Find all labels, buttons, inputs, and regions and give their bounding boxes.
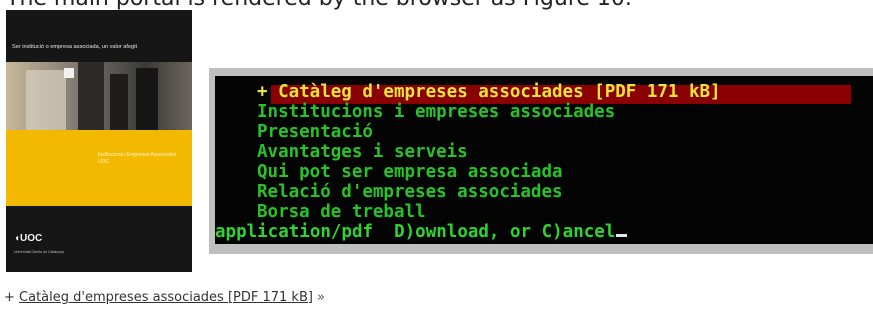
brochure-yellow-band: Institucions i Empreses Associades UOC bbox=[6, 130, 192, 206]
pdf-catalog-link[interactable]: Catàleg d'empreses associades [PDF 171 k… bbox=[19, 290, 313, 305]
brochure-photo bbox=[6, 62, 192, 130]
terminal-link[interactable]: Relació d'empreses associades bbox=[257, 182, 563, 202]
brochure-cover-image: Ser institució o empresa associada, un v… bbox=[6, 10, 192, 272]
terminal-link[interactable]: Borsa de treball bbox=[257, 202, 426, 222]
terminal-link[interactable]: Avantatges i serveis bbox=[257, 142, 468, 162]
terminal-link[interactable]: Presentació bbox=[257, 122, 373, 142]
terminal-link[interactable]: Institucions i empreses associades bbox=[257, 102, 615, 122]
pdf-link-row: + Catàleg d'empreses associades [PDF 171… bbox=[4, 290, 325, 305]
uoc-logo: ◖UOC bbox=[14, 233, 42, 244]
pdf-link-prefix: + bbox=[4, 290, 20, 305]
brochure-heading: Ser institució o empresa associada, un v… bbox=[12, 44, 137, 50]
brochure-yellow-text: Institucions i Empreses Associades UOC bbox=[98, 152, 177, 165]
uoc-logo-text: UOC bbox=[20, 233, 43, 244]
terminal-selected-link[interactable]: + Catàleg d'empreses associades [PDF 171… bbox=[257, 82, 721, 102]
terminal-screenshot: + Catàleg d'empreses associades [PDF 171… bbox=[215, 76, 873, 244]
terminal-link[interactable]: Qui pot ser empresa associada bbox=[257, 162, 563, 182]
raquo-icon: » bbox=[316, 290, 325, 305]
terminal-cursor bbox=[616, 234, 628, 237]
uoc-logo-subtitle: Universitat Oberta de Catalunya bbox=[14, 250, 64, 254]
terminal-status-line: application/pdf D)ownload, or C)ancel bbox=[215, 222, 628, 242]
